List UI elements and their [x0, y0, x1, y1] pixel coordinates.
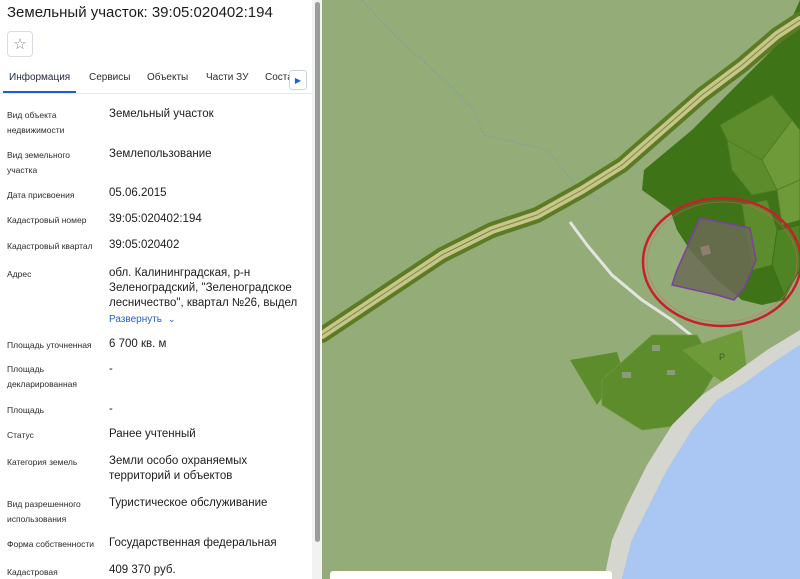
- field-label: Форма собственности: [7, 539, 94, 549]
- field-label: Площадь декларированная: [7, 364, 77, 389]
- tab-information[interactable]: Информация: [9, 72, 70, 83]
- field-label: Категория земель: [7, 457, 78, 467]
- field-label: Вид разрешенного использования: [7, 499, 81, 524]
- tabs-next-button[interactable]: ▶: [289, 70, 307, 90]
- field-value: Ранее учтенный: [109, 428, 196, 440]
- building: [652, 345, 660, 351]
- field-label: Статус: [7, 430, 34, 440]
- field-value: Земли особо охраняемых территорий и объе…: [109, 455, 248, 482]
- field-label: Площадь уточненная: [7, 340, 92, 350]
- tab-composition[interactable]: Соста: [265, 72, 289, 83]
- expand-address-link[interactable]: Развернуть ⌄: [109, 314, 176, 325]
- map-label-p: Р: [719, 352, 726, 362]
- field-label: Кадастровая: [7, 567, 58, 577]
- field-value: -: [109, 363, 113, 375]
- panel-scrollbar-thumb[interactable]: [315, 2, 320, 542]
- tabs-divider: [0, 93, 312, 94]
- field-value: Туристическое обслуживание: [109, 497, 268, 509]
- field-value: Земельный участок: [109, 108, 214, 120]
- field-value: 39:05:020402: [109, 239, 180, 251]
- field-value-address: обл. Калининградская, р-н Зеленоградский…: [109, 267, 298, 309]
- field-value: 05.06.2015: [109, 187, 167, 199]
- field-value: Государственная федеральная: [109, 537, 277, 549]
- field-label: Дата присвоения: [7, 190, 75, 200]
- cadastral-map[interactable]: Р: [322, 0, 800, 579]
- field-label: Адрес: [7, 269, 32, 279]
- field-value: 39:05:020402:194: [109, 213, 202, 225]
- map-canvas[interactable]: [322, 0, 800, 579]
- tab-services[interactable]: Сервисы: [89, 72, 130, 83]
- tab-bar: Информация Сервисы Объекты Части ЗУ Сост…: [0, 63, 312, 93]
- favorite-button[interactable]: ☆: [7, 31, 33, 57]
- tab-parts[interactable]: Части ЗУ: [206, 72, 248, 83]
- field-label: Кадастровый номер: [7, 215, 87, 225]
- chevron-right-icon: ▶: [294, 75, 302, 85]
- field-value: Землепользование: [109, 148, 212, 160]
- field-label: Площадь: [7, 405, 45, 415]
- panel-title: Земельный участок: 39:05:020402:194: [7, 4, 273, 21]
- expand-label: Развернуть: [109, 314, 163, 325]
- field-value: 6 700 кв. м: [109, 338, 167, 350]
- field-value: -: [109, 403, 113, 415]
- building: [622, 372, 631, 378]
- chevron-down-icon: ⌄: [168, 314, 176, 324]
- field-value: 409 370 руб.: [109, 564, 176, 576]
- building: [667, 370, 675, 375]
- star-outline-icon: ☆: [13, 36, 27, 53]
- map-bottom-card[interactable]: [330, 571, 612, 579]
- field-label: Вид объекта недвижимости: [7, 110, 65, 135]
- field-label: Вид земельного участка: [7, 150, 71, 175]
- field-label: Кадастровый квартал: [7, 241, 93, 251]
- tab-objects[interactable]: Объекты: [147, 72, 188, 83]
- info-panel: Земельный участок: 39:05:020402:194 ☆ Ин…: [0, 0, 312, 579]
